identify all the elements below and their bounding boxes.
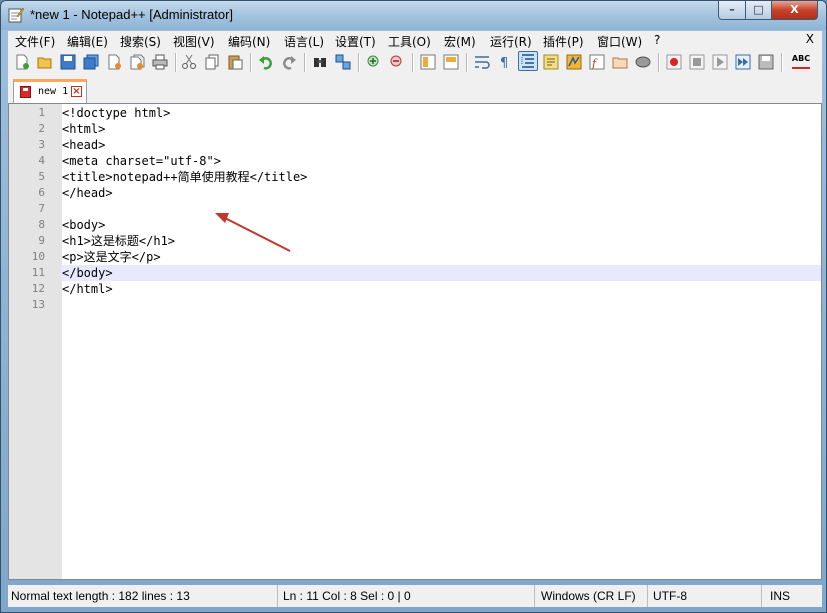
function-list-icon[interactable]: f	[589, 54, 605, 70]
zoom-in-icon[interactable]	[366, 54, 382, 70]
close-file-icon[interactable]	[106, 54, 122, 70]
redo-icon[interactable]	[281, 54, 297, 70]
run-macro-multiple-icon[interactable]	[735, 54, 751, 70]
doc-map-icon[interactable]	[566, 54, 582, 70]
status-length-lines: Normal text length : 182 lines : 13	[8, 585, 278, 607]
menu-view[interactable]: 视图(V)	[173, 33, 215, 50]
close-window-button[interactable]: X	[771, 1, 818, 20]
tab-label: new 1	[38, 86, 69, 97]
toolbar-separator	[358, 53, 360, 72]
sync-vertical-icon[interactable]	[420, 54, 436, 70]
menu-edit[interactable]: 编辑(E)	[67, 33, 108, 50]
annotation-arrow	[215, 213, 291, 252]
menu-window[interactable]: 窗口(W)	[597, 33, 642, 50]
monitoring-icon[interactable]	[635, 54, 651, 70]
toolbar-separator	[658, 53, 660, 72]
menu-macro[interactable]: 宏(M)	[444, 33, 476, 50]
title-bar[interactable]: *new 1 - Notepad++ [Administrator] – □ X	[1, 1, 826, 30]
toolbar-separator	[250, 53, 252, 72]
maximize-icon: □	[753, 3, 764, 16]
user-defined-lang-icon[interactable]	[543, 54, 559, 70]
stop-record-icon[interactable]	[689, 54, 705, 70]
indent-guide-icon[interactable]	[518, 51, 538, 71]
cut-icon[interactable]	[181, 54, 197, 70]
status-bar: Normal text length : 182 lines : 13 Ln :…	[8, 585, 822, 607]
find-icon[interactable]	[312, 54, 328, 70]
spell-check-label: ABC	[791, 54, 811, 63]
paste-icon[interactable]	[227, 54, 243, 70]
save-macro-icon[interactable]	[758, 54, 774, 70]
menu-file[interactable]: 文件(F)	[15, 33, 55, 50]
copy-icon[interactable]	[204, 54, 220, 70]
toolbar-separator	[175, 53, 177, 72]
menu-search[interactable]: 搜索(S)	[120, 33, 161, 50]
editor-area[interactable]: 1 <!doctype html> 2 <html> 3 <head> 4 <meta cha…	[8, 103, 822, 580]
toolbar: ¶ f ABC	[8, 49, 822, 77]
status-cursor-position: Ln : 11 Col : 8 Sel : 0 | 0	[280, 585, 535, 607]
show-all-chars-icon[interactable]: ¶	[497, 54, 513, 70]
menu-encoding[interactable]: 编码(N)	[228, 33, 270, 50]
replace-icon[interactable]	[335, 54, 351, 70]
toolbar-separator	[466, 53, 468, 72]
sync-horizontal-icon[interactable]	[443, 54, 459, 70]
close-all-icon[interactable]	[129, 54, 145, 70]
status-insert-mode[interactable]: INS	[767, 585, 807, 607]
menu-bar: 文件(F) 编辑(E) 搜索(S) 视图(V) 编码(N) 语言(L) 设置(T…	[8, 31, 822, 49]
maximize-button[interactable]: □	[745, 1, 772, 20]
menu-tools[interactable]: 工具(O)	[388, 33, 431, 50]
minimize-button[interactable]: –	[718, 1, 746, 20]
zoom-out-icon[interactable]	[389, 54, 405, 70]
unsaved-file-icon	[20, 86, 31, 98]
save-all-icon[interactable]	[83, 54, 99, 70]
status-eol[interactable]: Windows (CR LF)	[538, 585, 648, 607]
menu-settings[interactable]: 设置(T)	[335, 33, 376, 50]
notepad-app-icon	[8, 7, 24, 23]
spell-check-underline	[792, 64, 810, 69]
tab-new-1[interactable]: new 1 ×	[13, 79, 87, 103]
open-file-icon[interactable]	[37, 54, 53, 70]
record-macro-icon[interactable]	[666, 54, 682, 70]
close-document-button[interactable]: X	[806, 32, 814, 46]
word-wrap-icon[interactable]	[474, 54, 490, 70]
tab-strip: new 1 ×	[8, 76, 822, 104]
spell-check-icon[interactable]: ABC	[790, 54, 812, 70]
tab-close-icon[interactable]: ×	[71, 86, 82, 97]
menu-run[interactable]: 运行(R)	[490, 33, 532, 50]
menu-language[interactable]: 语言(L)	[284, 33, 324, 50]
folder-workspace-icon[interactable]	[612, 54, 628, 70]
notepad-window: *new 1 - Notepad++ [Administrator] – □ X…	[0, 0, 827, 613]
minimize-icon: –	[729, 3, 735, 16]
menu-plugins[interactable]: 插件(P)	[543, 33, 584, 50]
close-icon: X	[790, 3, 799, 16]
undo-icon[interactable]	[258, 54, 274, 70]
window-title: *new 1 - Notepad++ [Administrator]	[30, 7, 234, 22]
status-encoding[interactable]: UTF-8	[650, 585, 762, 607]
play-macro-icon[interactable]	[712, 54, 728, 70]
toolbar-separator	[412, 53, 414, 72]
svg-text:¶: ¶	[500, 56, 508, 70]
new-file-icon[interactable]	[14, 54, 30, 70]
toolbar-separator	[781, 53, 783, 72]
print-icon[interactable]	[152, 54, 168, 70]
save-icon[interactable]	[60, 54, 76, 70]
menu-help[interactable]: ?	[654, 33, 660, 47]
toolbar-separator	[304, 53, 306, 72]
